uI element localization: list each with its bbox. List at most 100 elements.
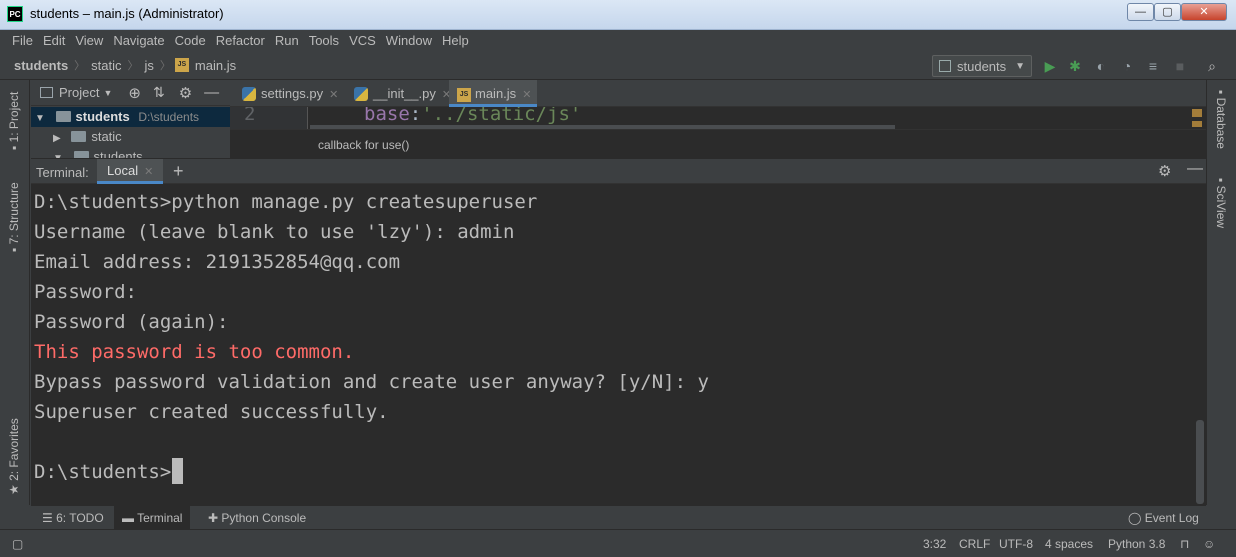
terminal-label: Terminal: (36, 165, 89, 180)
maximize-button[interactable]: ▢ (1154, 3, 1181, 21)
terminal-tool-tab-label: Terminal (137, 511, 183, 525)
breadcrumb: students 〉 static 〉 js 〉 JS main.js (12, 57, 238, 73)
terminal-prompt[interactable]: D:\students> (34, 457, 184, 487)
chevron-right-icon: 〉 (127, 60, 139, 72)
terminal-header: Terminal: Local ✕ + ⚙ — (31, 158, 1206, 184)
tree-item-static[interactable]: ▶ static (31, 127, 230, 147)
database-tool-tab-label: Database (1214, 97, 1228, 149)
folder-icon: ▪ (7, 142, 21, 150)
menu-file[interactable]: File (7, 30, 38, 52)
indent-setting[interactable]: 4 spaces (1045, 537, 1093, 551)
project-tool-tab[interactable]: ▪ 1: Project (7, 92, 21, 150)
warning-marker-icon[interactable] (1192, 121, 1202, 127)
code-line[interactable]: base:'../static/js' (364, 107, 581, 125)
close-tab-icon[interactable]: ✕ (144, 166, 153, 178)
todo-tool-tab-label: 6: TODO (56, 511, 104, 525)
event-log-tool-tab[interactable]: ◯ Event Log (1120, 506, 1207, 530)
line-separator[interactable]: CRLF (959, 537, 990, 551)
menu-code[interactable]: Code (170, 30, 211, 52)
concurrency-icon[interactable]: ≡ (1145, 58, 1161, 74)
star-icon: ★ (7, 480, 21, 495)
debug-icon[interactable]: ✱ (1067, 58, 1083, 74)
chevron-down-icon[interactable]: ▼ (103, 88, 112, 98)
favorites-tool-tab[interactable]: ★ 2: Favorites (7, 418, 21, 495)
lock-icon[interactable]: ⊓ (1180, 537, 1189, 551)
menu-view[interactable]: View (70, 30, 108, 52)
tree-item-label: static (91, 129, 122, 144)
menu-navigate[interactable]: Navigate (108, 30, 169, 52)
terminal-tool-tab[interactable]: ▬ Terminal (114, 506, 191, 530)
folder-icon (71, 131, 87, 143)
terminal-tab-local[interactable]: Local ✕ (97, 159, 164, 184)
locate-icon[interactable]: ⊕ (128, 84, 141, 102)
code-colon: : (409, 107, 422, 125)
hide-icon[interactable]: — (204, 84, 219, 101)
structure-tool-tab-label: 7: Structure (7, 182, 21, 245)
python-console-tool-tab-label: Python Console (221, 511, 307, 525)
tab-init-py[interactable]: __init__.py ✕ (346, 80, 451, 107)
minimize-button[interactable]: — (1127, 3, 1154, 21)
tree-item-students[interactable]: ▼ students D:\students (31, 107, 230, 127)
terminal-prompt-text: D:\students> (34, 461, 172, 483)
layout-toggle-icon[interactable]: ▢ (12, 537, 23, 551)
tab-settings-py[interactable]: settings.py ✕ (234, 80, 342, 107)
text-cursor (172, 457, 184, 484)
code-editor[interactable]: 2 base:'../static/js' callback for use() (230, 107, 1206, 158)
chevron-down-icon[interactable]: ▼ (35, 113, 45, 124)
tree-item-students-sub[interactable]: ▼ students (31, 147, 230, 158)
collapse-all-icon[interactable]: ⇅ (153, 84, 165, 101)
menu-refactor[interactable]: Refactor (211, 30, 270, 52)
terminal-line: Password: (34, 281, 137, 303)
sciview-tool-tab[interactable]: ▪ SciView (1214, 178, 1228, 228)
gear-icon[interactable]: ⚙ (179, 84, 192, 102)
menu-run[interactable]: Run (270, 30, 304, 52)
menu-window[interactable]: Window (381, 30, 437, 52)
database-tool-tab[interactable]: ▪ Database (1214, 90, 1228, 149)
close-tab-icon[interactable]: ✕ (522, 89, 531, 101)
menu-tools[interactable]: Tools (304, 30, 344, 52)
code-breadcrumb-item[interactable]: callback for use() (318, 138, 409, 152)
close-tab-icon[interactable]: ✕ (329, 89, 338, 101)
menu-help[interactable]: Help (437, 30, 474, 52)
breadcrumb-students[interactable]: students (12, 58, 70, 73)
file-encoding[interactable]: UTF-8 (999, 537, 1033, 551)
breadcrumb-static[interactable]: static (89, 58, 123, 73)
python-interpreter[interactable]: Python 3.8 (1108, 537, 1165, 551)
project-view-select[interactable]: Project (59, 85, 99, 100)
inspector-icon[interactable]: ☺ (1203, 537, 1215, 551)
sciview-icon: ▪ (1214, 178, 1228, 186)
run-configuration-label: students (957, 58, 1007, 74)
caret-position[interactable]: 3:32 (923, 537, 946, 551)
terminal-line: D:\students>python manage.py createsuper… (34, 191, 538, 213)
new-terminal-icon[interactable]: + (173, 161, 184, 182)
vertical-scrollbar[interactable] (1196, 420, 1204, 504)
breadcrumb-js[interactable]: js (143, 58, 156, 73)
breadcrumb-main-js[interactable]: main.js (193, 58, 238, 73)
run-configuration-select[interactable]: students ▼ (932, 55, 1032, 77)
tab-label: __init__.py (373, 86, 436, 101)
django-config-icon (939, 60, 951, 72)
chevron-right-icon[interactable]: ▶ (53, 133, 61, 144)
status-bar: ▢ 3:32 CRLF UTF-8 4 spaces Python 3.8 ⊓ … (0, 529, 1236, 557)
warning-marker-icon[interactable] (1192, 109, 1202, 117)
code-string: '../static/js' (421, 107, 582, 125)
profile-icon[interactable]: ◔ (1119, 58, 1135, 74)
hide-icon[interactable]: — (1187, 160, 1203, 178)
title-bar[interactable]: PC students – main.js (Administrator) — … (0, 0, 1236, 30)
list-icon: ☰ (42, 511, 57, 525)
structure-tool-tab[interactable]: ▪ 7: Structure (7, 182, 21, 252)
stop-icon[interactable]: ■ (1172, 58, 1188, 74)
todo-tool-tab[interactable]: ☰ 6: TODO (34, 506, 112, 530)
gear-icon[interactable]: ⚙ (1158, 162, 1171, 180)
close-button[interactable]: ✕ (1181, 3, 1227, 21)
coverage-icon[interactable]: ◐ (1093, 58, 1109, 74)
bottom-tool-tabs: ☰ 6: TODO ▬ Terminal ✚ Python Console ◯ … (31, 505, 1207, 530)
tab-main-js[interactable]: JS main.js ✕ (449, 80, 537, 107)
menu-vcs[interactable]: VCS (344, 30, 381, 52)
ide-window: PC students – main.js (Administrator) — … (0, 0, 1236, 557)
menu-edit[interactable]: Edit (38, 30, 70, 52)
search-icon[interactable]: ⌕ (1204, 58, 1220, 74)
terminal-output[interactable]: D:\students>python manage.py createsuper… (31, 184, 1206, 505)
python-console-tool-tab[interactable]: ✚ Python Console (200, 506, 314, 530)
run-icon[interactable]: ▶ (1042, 58, 1058, 74)
